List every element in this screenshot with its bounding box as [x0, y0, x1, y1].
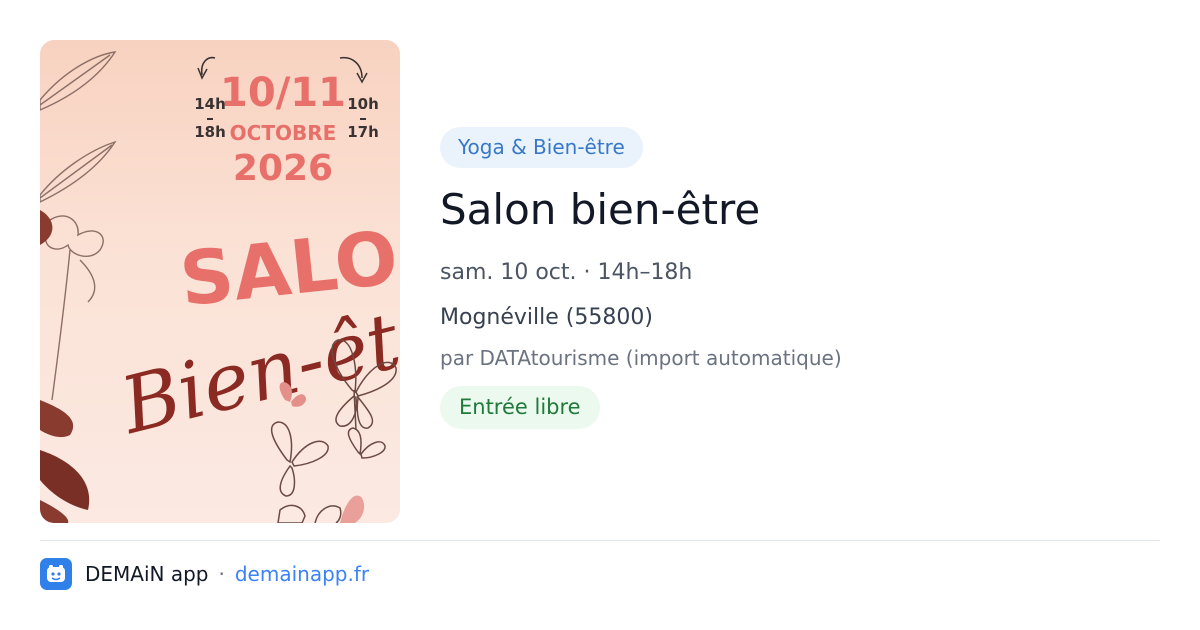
poster-right-start: 10h: [347, 95, 379, 113]
poster-year: 2026: [233, 148, 333, 189]
poster-month: OCTOBRE: [230, 121, 337, 145]
poster-right-end: 17h: [347, 123, 379, 141]
price-badge: Entrée libre: [440, 386, 600, 429]
poster-dash: [360, 118, 366, 120]
leaf-shape: [40, 500, 69, 523]
leaf-shape: [40, 450, 90, 510]
demain-app-icon[interactable]: [40, 558, 72, 590]
event-source: par DATAtourisme (import automatique): [440, 346, 842, 370]
footer-separator: ·: [218, 562, 225, 586]
event-location: Mognéville (55800): [440, 305, 653, 330]
app-name: DEMAiN app: [85, 562, 209, 586]
poster-left-end: 18h: [194, 123, 226, 141]
event-title: Salon bien-être: [440, 185, 761, 234]
event-info: Yoga & Bien-être Salon bien-être sam. 10…: [440, 127, 1160, 429]
poster-days: 10/11: [220, 70, 346, 116]
divider: [40, 540, 1160, 541]
app-website-link[interactable]: demainapp.fr: [235, 562, 369, 586]
flower-petal: [340, 495, 365, 523]
leaf-shape: [40, 400, 74, 438]
event-date: sam. 10 oct. · 14h–18h: [440, 260, 693, 285]
footer: DEMAiN app · demainapp.fr: [40, 558, 369, 590]
poster-left-start: 14h: [194, 95, 226, 113]
category-badge[interactable]: Yoga & Bien-être: [440, 127, 643, 168]
leaf-shape: [40, 210, 53, 245]
event-poster-image: 10/11 OCTOBRE 2026 14h 18h 10h 17h SALO …: [40, 40, 400, 523]
poster-dash: [207, 118, 213, 120]
